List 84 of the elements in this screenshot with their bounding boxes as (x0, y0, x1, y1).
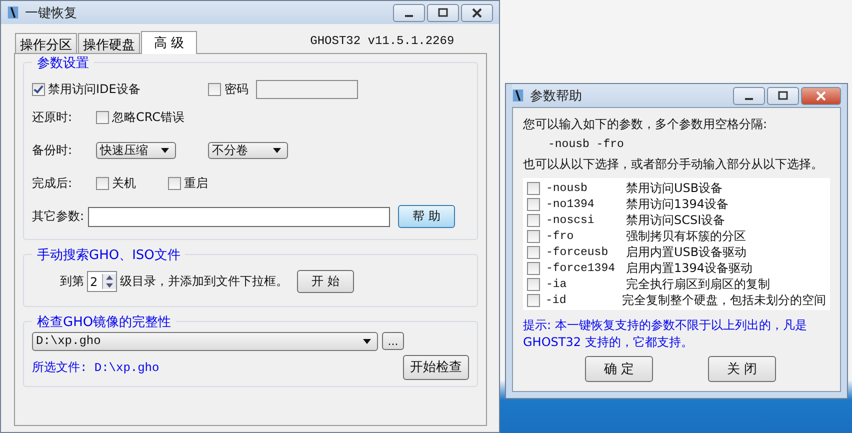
checkbox[interactable] (32, 82, 45, 96)
app-icon (512, 88, 524, 103)
checkbox[interactable] (208, 82, 222, 96)
checkbox[interactable] (527, 214, 540, 226)
caret-icon (363, 338, 371, 344)
file-dropdown[interactable]: D:\xp.gho (32, 332, 378, 350)
selected-file-label: 所选文件: D:\xp.gho (32, 360, 160, 376)
browse-button[interactable]: ... (382, 332, 404, 350)
tab[interactable]: 操作分区 (15, 33, 77, 53)
option-description: 禁用访问SCSI设备 (626, 212, 726, 228)
checkbox-label: 重启 (184, 175, 208, 192)
check-button[interactable]: 开始检查 (403, 354, 469, 380)
minimize-icon (405, 14, 413, 16)
start-button[interactable]: 开 始 (297, 270, 354, 293)
checkbox[interactable] (96, 177, 109, 190)
option-description: 强制拷贝有坏簇的分区 (626, 228, 746, 244)
option-description: 启用内置USB设备驱动 (626, 244, 747, 260)
tab[interactable]: 高 级 (141, 31, 198, 54)
option-name-label: -forceusb (546, 246, 610, 258)
option-name-label: -force1394 (546, 262, 616, 274)
close-button[interactable] (461, 4, 493, 22)
checkbox[interactable] (527, 182, 540, 194)
caret-icon (161, 148, 169, 153)
group-title: 手动搜索GHO、ISO文件 (32, 246, 186, 264)
app-icon (7, 5, 19, 20)
option-name-label: -noscsi (546, 214, 596, 226)
maximize-icon (777, 90, 789, 100)
help-button[interactable]: 帮 助 (398, 205, 455, 228)
minimize-button[interactable] (393, 4, 425, 22)
option-description: 禁用访问USB设备 (626, 180, 723, 196)
option-description: 完全执行扇区到扇区的复制 (626, 276, 770, 292)
field-label: 备份时: (32, 142, 74, 159)
intro-text: 也可以从以下选择，或者部分手动输入部分从以下选择。 (523, 156, 824, 173)
depth-spinner[interactable]: 2 (87, 271, 117, 292)
close-dialog-button[interactable]: 关 闭 (708, 356, 776, 382)
maximize-button[interactable] (427, 4, 459, 22)
checkbox[interactable] (96, 111, 109, 124)
checkbox-label: 禁用访问IDE设备 (48, 80, 140, 98)
option-name-label: -nousb (546, 182, 588, 194)
option-name-label: -no1394 (546, 198, 596, 210)
version-label: GHOST32 v11.5.1.2269 (310, 34, 454, 48)
example-text: -nousb -fro (547, 138, 625, 151)
group-title: 参数设置 (32, 54, 94, 72)
checkbox[interactable] (527, 230, 540, 242)
checkbox[interactable] (527, 278, 540, 290)
field-label: 完成后: (32, 175, 74, 192)
option-description: 完全复制整个硬盘，包括未划分的空间 (622, 292, 826, 308)
compression-dropdown[interactable]: 快速压缩 (96, 142, 176, 159)
option-name-label: -ia (546, 278, 568, 290)
field-label: 还原时: (32, 109, 74, 126)
close-icon (815, 90, 827, 100)
checkbox[interactable] (527, 262, 540, 274)
group-title: 检查GHO镜像的完整性 (32, 313, 176, 331)
checkbox-label: 关机 (112, 175, 136, 192)
window-title: 参数帮助 (530, 88, 583, 104)
option-description: 禁用访问1394设备 (626, 196, 729, 212)
minimize-icon (745, 98, 753, 100)
tab[interactable]: 操作硬盘 (78, 33, 140, 53)
option-description: 启用内置1394设备驱动 (626, 260, 753, 276)
checkbox-label: 密码 (224, 80, 248, 98)
field-label: 到第 (60, 273, 84, 290)
checkbox-label: 忽略CRC错误 (112, 109, 184, 126)
field-label: 级目录，并添加到文件下拉框。 (120, 273, 288, 290)
field-label: 其它参数: (32, 208, 86, 225)
window-title: 一键恢复 (25, 4, 78, 22)
split-dropdown[interactable]: 不分卷 (208, 142, 288, 159)
maximize-icon (437, 8, 449, 18)
up-arrow-icon[interactable] (106, 275, 113, 280)
ok-button[interactable]: 确 定 (585, 356, 653, 382)
intro-text: 您可以输入如下的参数，多个参数用空格分隔: (523, 116, 768, 133)
option-name-label: -fro (546, 230, 575, 242)
checkbox[interactable] (168, 177, 181, 190)
checkbox[interactable] (527, 246, 540, 258)
down-arrow-icon[interactable] (106, 283, 113, 288)
checkbox[interactable] (527, 198, 540, 210)
maximize-button[interactable] (767, 86, 799, 104)
close-icon (471, 8, 483, 18)
minimize-button[interactable] (733, 86, 765, 104)
tip-text: 提示: 本一键恢复支持的参数不限于以上列出的，凡是 GHOST32 支持的，它都支持。 (523, 317, 808, 351)
parameters-field[interactable] (88, 206, 390, 226)
caret-icon (273, 148, 281, 153)
option-name-label: -id (546, 294, 568, 306)
password-field[interactable] (256, 80, 358, 98)
checkbox[interactable] (527, 294, 540, 306)
